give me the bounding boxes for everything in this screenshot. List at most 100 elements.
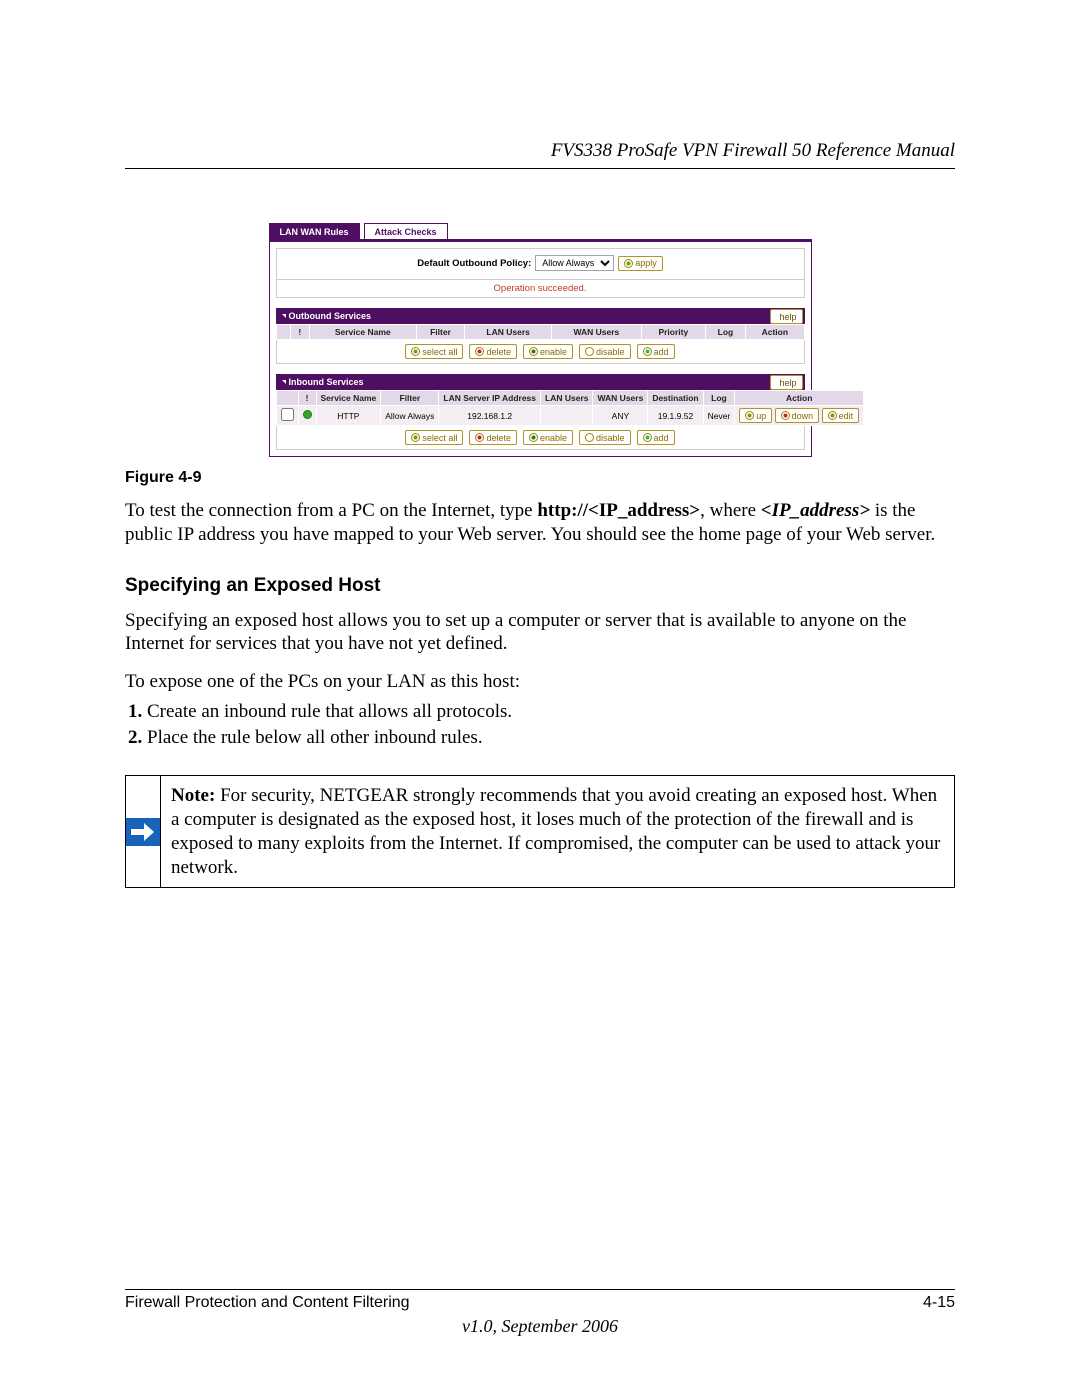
add-icon: [643, 347, 652, 356]
enable-button[interactable]: enable: [523, 430, 573, 445]
check-icon: [624, 259, 633, 268]
paragraph-expose-steps-intro: To expose one of the PCs on your LAN as …: [125, 670, 955, 694]
row-service-name: HTTP: [316, 406, 381, 426]
note-box: Note: For security, NETGEAR strongly rec…: [125, 775, 955, 888]
document-footer: Firewall Protection and Content Filterin…: [125, 1289, 955, 1337]
enable-icon: [529, 433, 538, 442]
enable-icon: [529, 347, 538, 356]
help-button[interactable]: help: [770, 375, 802, 390]
apply-button-label: apply: [635, 258, 657, 268]
delete-label: delete: [486, 347, 511, 357]
inbound-col-wan-users: WAN Users: [593, 391, 648, 406]
outbound-col-log: Log: [705, 325, 745, 340]
add-button[interactable]: add: [637, 430, 675, 445]
inbound-col-lan-users: LAN Users: [541, 391, 593, 406]
row-destination: 19.1.9.52: [648, 406, 703, 426]
status-dot-icon: [303, 410, 312, 419]
tab-lan-wan-rules[interactable]: LAN WAN Rules: [269, 223, 360, 239]
outbound-col-lan-users: LAN Users: [465, 325, 551, 340]
down-icon: [781, 411, 790, 420]
help-button-label: help: [779, 312, 796, 322]
edit-button[interactable]: edit: [822, 408, 860, 423]
list-item: Create an inbound rule that allows all p…: [147, 700, 955, 724]
outbound-services-header: Outbound Services help: [276, 308, 805, 324]
footer-section-title: Firewall Protection and Content Filterin…: [125, 1294, 410, 1312]
inbound-col-destination: Destination: [648, 391, 703, 406]
outbound-services-table: ! Service Name Filter LAN Users WAN User…: [276, 324, 805, 340]
delete-label: delete: [486, 433, 511, 443]
row-log: Never: [703, 406, 735, 426]
inbound-col-service-name: Service Name: [316, 391, 381, 406]
delete-button[interactable]: delete: [469, 344, 517, 359]
enable-label: enable: [540, 347, 567, 357]
delete-icon: [475, 347, 484, 356]
row-action-cell: up down edit: [735, 406, 864, 426]
disable-icon: [585, 347, 594, 356]
firewall-config-panel: LAN WAN Rules Attack Checks Default Outb…: [269, 223, 812, 457]
select-all-button[interactable]: select all: [405, 344, 463, 359]
add-label: add: [654, 433, 669, 443]
up-icon: [745, 411, 754, 420]
text-fragment: To test the connection from a PC on the …: [125, 500, 537, 521]
status-message: Operation succeeded.: [276, 280, 805, 298]
outbound-col-action: Action: [746, 325, 804, 340]
note-label: Note:: [171, 785, 215, 806]
inbound-col-filter: Filter: [381, 391, 439, 406]
paragraph-test-connection: To test the connection from a PC on the …: [125, 499, 955, 547]
figure-4-9: LAN WAN Rules Attack Checks Default Outb…: [125, 223, 955, 487]
edit-label: edit: [839, 411, 854, 421]
down-button[interactable]: down: [775, 408, 820, 423]
row-wan-users: ANY: [593, 406, 648, 426]
caret-icon: [282, 380, 286, 384]
outbound-services-title: Outbound Services: [289, 311, 372, 321]
enable-label: enable: [540, 433, 567, 443]
outbound-col-status: !: [290, 325, 309, 340]
help-button[interactable]: help: [770, 309, 802, 324]
help-button-label: help: [779, 378, 796, 388]
delete-button[interactable]: delete: [469, 430, 517, 445]
select-all-button[interactable]: select all: [405, 430, 463, 445]
disable-button[interactable]: disable: [579, 430, 631, 445]
inbound-services-header: Inbound Services help: [276, 374, 805, 390]
row-select-checkbox[interactable]: [281, 408, 294, 421]
footer-page-number: 4-15: [923, 1294, 955, 1312]
check-icon: [411, 433, 420, 442]
inbound-services-table: ! Service Name Filter LAN Server IP Addr…: [276, 390, 865, 426]
default-outbound-policy-row: Default Outbound Policy: Allow Always ap…: [276, 248, 805, 280]
add-label: add: [654, 347, 669, 357]
default-outbound-policy-select[interactable]: Allow Always: [535, 255, 614, 271]
paragraph-exposed-host-intro: Specifying an exposed host allows you to…: [125, 609, 955, 657]
select-all-label: select all: [422, 433, 457, 443]
delete-icon: [475, 433, 484, 442]
document-header: FVS338 ProSafe VPN Firewall 50 Reference…: [125, 140, 955, 169]
outbound-col-filter: Filter: [416, 325, 465, 340]
tab-attack-checks[interactable]: Attack Checks: [364, 223, 448, 239]
outbound-col-checkbox: [276, 325, 290, 340]
outbound-col-service-name: Service Name: [309, 325, 416, 340]
add-button[interactable]: add: [637, 344, 675, 359]
text-bold-url: http://<IP_address>: [537, 500, 700, 521]
tab-bar: LAN WAN Rules Attack Checks: [269, 223, 812, 239]
row-lan-server-ip: 192.168.1.2: [439, 406, 541, 426]
inbound-col-lan-server-ip: LAN Server IP Address: [439, 391, 541, 406]
row-lan-users: [541, 406, 593, 426]
disable-icon: [585, 433, 594, 442]
select-all-label: select all: [422, 347, 457, 357]
up-button[interactable]: up: [739, 408, 772, 423]
apply-button[interactable]: apply: [618, 256, 663, 271]
steps-list: Create an inbound rule that allows all p…: [125, 700, 955, 750]
default-outbound-policy-label: Default Outbound Policy:: [417, 258, 531, 269]
note-body: Note: For security, NETGEAR strongly rec…: [161, 776, 954, 887]
inbound-col-status: !: [298, 391, 316, 406]
inbound-services-title: Inbound Services: [289, 377, 364, 387]
edit-icon: [828, 411, 837, 420]
disable-label: disable: [596, 347, 625, 357]
row-filter: Allow Always: [381, 406, 439, 426]
disable-button[interactable]: disable: [579, 344, 631, 359]
text-bold-ip: <IP_address>: [761, 500, 870, 521]
enable-button[interactable]: enable: [523, 344, 573, 359]
note-icon-cell: [126, 776, 161, 887]
inbound-button-row: select all delete enable disable add: [276, 426, 805, 450]
inbound-col-action: Action: [735, 391, 864, 406]
disable-label: disable: [596, 433, 625, 443]
